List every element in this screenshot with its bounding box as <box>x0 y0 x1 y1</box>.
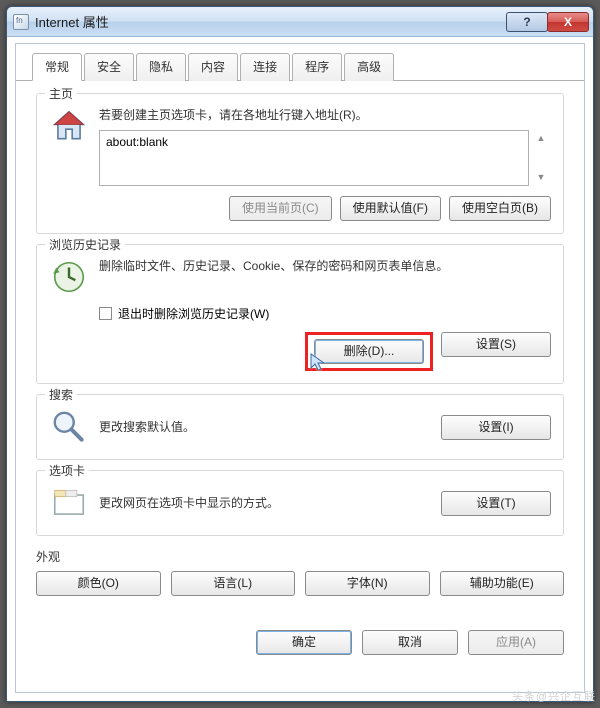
tab-privacy[interactable]: 隐私 <box>136 53 186 81</box>
homepage-desc: 若要创建主页选项卡，请在各地址行键入地址(R)。 <box>99 106 551 124</box>
accessibility-button[interactable]: 辅助功能(E) <box>440 571 565 596</box>
search-icon <box>49 407 89 447</box>
close-button[interactable]: X <box>547 12 589 32</box>
tab-connections[interactable]: 连接 <box>240 53 290 81</box>
delete-on-exit-label: 退出时删除浏览历史记录(W) <box>118 305 269 322</box>
window-title: Internet 属性 <box>35 12 507 31</box>
apply-button[interactable]: 应用(A) <box>468 630 564 655</box>
homepage-legend: 主页 <box>45 85 77 102</box>
history-desc: 删除临时文件、历史记录、Cookie、保存的密码和网页表单信息。 <box>99 257 551 275</box>
search-group: 搜索 更改搜索默认值。 设置(I) <box>36 394 564 460</box>
delete-on-exit-checkbox[interactable]: 退出时删除浏览历史记录(W) <box>99 305 551 322</box>
use-current-button[interactable]: 使用当前页(C) <box>229 196 332 221</box>
search-settings-button[interactable]: 设置(I) <box>441 415 551 440</box>
colors-button[interactable]: 颜色(O) <box>36 571 161 596</box>
cancel-button[interactable]: 取消 <box>362 630 458 655</box>
client-area: 常规 安全 隐私 内容 连接 程序 高级 主页 若要创建主页选项卡，请在各地址行… <box>15 43 585 693</box>
tab-strip: 常规 安全 隐私 内容 连接 程序 高级 <box>16 44 584 81</box>
history-icon <box>49 257 89 297</box>
delete-history-button[interactable]: 删除(D)... <box>314 339 424 364</box>
tabs-settings-button[interactable]: 设置(T) <box>441 491 551 516</box>
homepage-group: 主页 若要创建主页选项卡，请在各地址行键入地址(R)。 ▲▼ 使用当前页(C) <box>36 93 564 234</box>
scrollbar[interactable]: ▲▼ <box>533 132 549 184</box>
dialog-buttons: 确定 取消 应用(A) <box>16 620 584 655</box>
search-desc: 更改搜索默认值。 <box>99 418 431 436</box>
tab-advanced[interactable]: 高级 <box>344 53 394 81</box>
tab-content-general: 主页 若要创建主页选项卡，请在各地址行键入地址(R)。 ▲▼ 使用当前页(C) <box>16 81 584 620</box>
checkbox-icon <box>99 307 112 320</box>
tab-general[interactable]: 常规 <box>32 53 82 81</box>
tabs-group: 选项卡 更改网页在选项卡中显示的方式。 设置(T) <box>36 470 564 536</box>
tab-programs[interactable]: 程序 <box>292 53 342 81</box>
use-default-button[interactable]: 使用默认值(F) <box>340 196 441 221</box>
tabs-desc: 更改网页在选项卡中显示的方式。 <box>99 494 431 512</box>
tab-security[interactable]: 安全 <box>84 53 134 81</box>
history-legend: 浏览历史记录 <box>45 236 125 253</box>
home-icon <box>49 106 89 146</box>
titlebar[interactable]: Internet 属性 ? X <box>7 7 593 37</box>
internet-properties-dialog: Internet 属性 ? X 常规 安全 隐私 内容 连接 程序 高级 主页 <box>6 6 594 702</box>
browsing-history-group: 浏览历史记录 删除临时文件、历史记录、Cookie、保存的密码和网页表单信息。 … <box>36 244 564 384</box>
watermark: 头条@兴企互联 <box>512 688 596 704</box>
highlight-annotation: 删除(D)... <box>305 332 433 371</box>
fonts-button[interactable]: 字体(N) <box>305 571 430 596</box>
system-icon <box>13 14 29 30</box>
tab-content[interactable]: 内容 <box>188 53 238 81</box>
use-blank-button[interactable]: 使用空白页(B) <box>449 196 551 221</box>
appearance-legend: 外观 <box>36 548 564 565</box>
tabs-icon <box>49 483 89 523</box>
homepage-input[interactable] <box>99 130 529 186</box>
history-settings-button[interactable]: 设置(S) <box>441 332 551 357</box>
appearance-group: 外观 颜色(O) 语言(L) 字体(N) 辅助功能(E) <box>36 546 564 602</box>
search-legend: 搜索 <box>45 386 77 403</box>
tabs-legend: 选项卡 <box>45 462 89 479</box>
languages-button[interactable]: 语言(L) <box>171 571 296 596</box>
help-button[interactable]: ? <box>506 12 548 32</box>
ok-button[interactable]: 确定 <box>256 630 352 655</box>
